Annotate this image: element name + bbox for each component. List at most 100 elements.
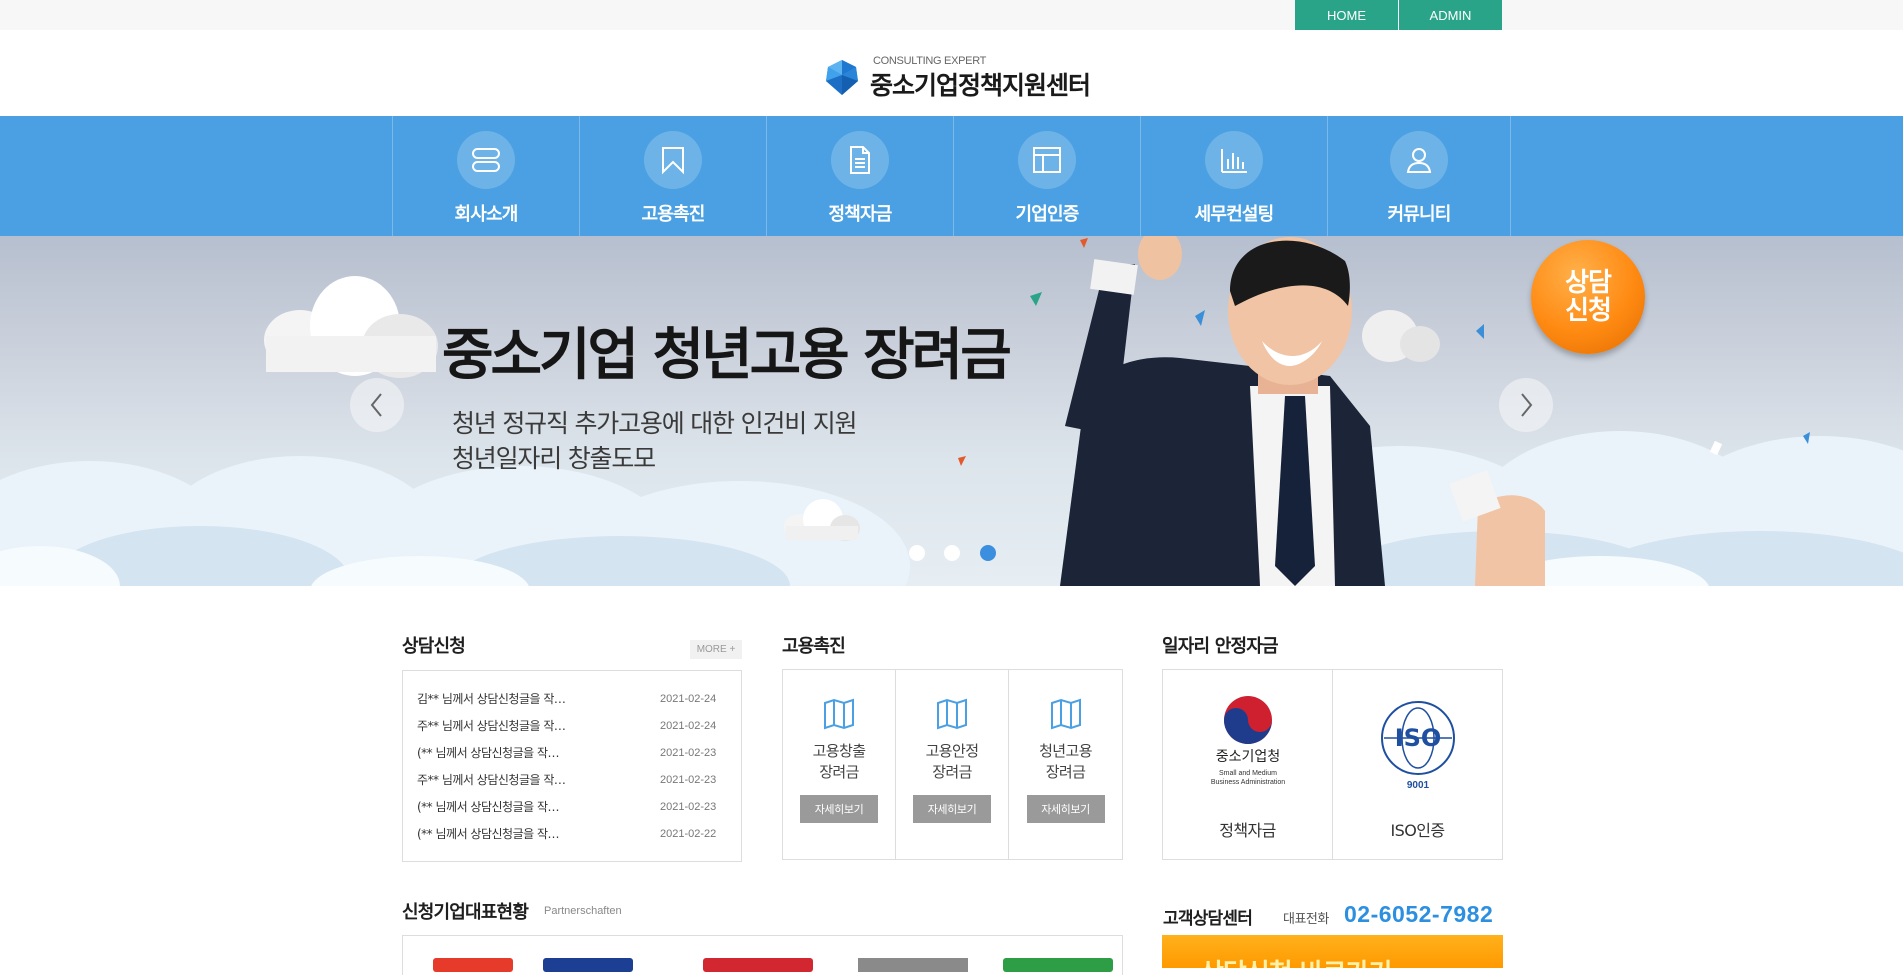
slider-dot-1[interactable] — [909, 545, 925, 561]
svg-text:9001: 9001 — [1406, 780, 1429, 791]
partner-logo[interactable] — [1003, 958, 1113, 972]
consult-shortcut-banner[interactable]: 상담신청 바로가기 — [1162, 935, 1503, 968]
slider-prev-button[interactable] — [350, 378, 404, 432]
nav-item-certification[interactable]: 기업인증 — [954, 116, 1141, 236]
job-fund-cards: 중소기업청 Small and Medium Business Administ… — [1162, 669, 1503, 860]
nav-item-community[interactable]: 커뮤니티 — [1328, 116, 1511, 236]
employment-card-name: 고용창출 장려금 — [812, 742, 866, 781]
partners-subtitle: Partnerschaften — [544, 905, 622, 917]
phone-number: 02-6052-7982 — [1344, 901, 1494, 927]
nav-label: 정책자금 — [828, 204, 892, 225]
consult-list: 김** 님께서 상담신청글을 작… 2021-02-24 주** 님께서 상담신… — [402, 670, 742, 862]
admin-link[interactable]: ADMIN — [1399, 0, 1502, 30]
chevron-right-icon — [1521, 393, 1533, 417]
list-item-date: 2021-02-24 — [660, 719, 717, 732]
list-item-date: 2021-02-23 — [660, 800, 717, 813]
nav-label: 고용촉진 — [641, 204, 705, 225]
employment-card: 고용창출 장려금 자세히보기 — [783, 670, 896, 859]
employment-card: 고용안정 장려금 자세히보기 — [896, 670, 1009, 859]
badge-line2: 신청 — [1565, 296, 1612, 326]
details-button[interactable]: 자세히보기 — [1026, 795, 1105, 823]
diamond-logo-icon — [826, 60, 858, 95]
badge-line1: 상담 — [1565, 268, 1612, 298]
svg-text:중소기업청: 중소기업청 — [1215, 749, 1279, 765]
list-item-text: 주** 님께서 상담신청글을 작… — [417, 773, 566, 787]
server-icon — [457, 131, 515, 189]
hero-slider: 중소기업 청년고용 장려금 청년 정규직 추가고용에 대한 인건비 지원 청년일… — [0, 236, 1903, 586]
nav-item-tax-consulting[interactable]: 세무컨설팅 — [1141, 116, 1328, 236]
list-item-date: 2021-02-22 — [660, 827, 717, 840]
top-utility-bar: HOME ADMIN — [0, 0, 1903, 30]
svg-text:Business Administration: Business Administration — [1210, 779, 1284, 786]
employment-section-title: 고용촉진 — [782, 636, 846, 657]
list-item-text: (** 님께서 상담신청글을 작… — [417, 827, 560, 841]
partner-logo[interactable] — [858, 958, 968, 972]
map-icon — [824, 698, 854, 730]
list-item[interactable]: (** 님께서 상담신청글을 작… 2021-02-23 — [417, 739, 741, 766]
slider-dot-2[interactable] — [944, 545, 960, 561]
employment-card-name: 고용안정 장려금 — [925, 742, 979, 781]
hero-subtitle-line2: 청년일자리 창출도모 — [452, 444, 656, 473]
partner-logo[interactable] — [543, 958, 633, 972]
consult-section-title: 상담신청 — [402, 636, 466, 657]
svg-text:ISO: ISO — [1394, 724, 1441, 752]
employment-card-name: 청년고용 장려금 — [1039, 742, 1092, 781]
list-item[interactable]: (** 님께서 상담신청글을 작… 2021-02-22 — [417, 820, 741, 847]
list-item[interactable]: 주** 님께서 상담신청글을 작… 2021-02-24 — [417, 712, 741, 739]
document-icon — [831, 131, 889, 189]
details-button[interactable]: 자세히보기 — [913, 795, 991, 823]
policy-fund-label: 정책자금 — [1219, 821, 1276, 840]
map-icon — [1050, 698, 1081, 730]
list-item-date: 2021-02-23 — [660, 773, 717, 786]
svg-text:Small and Medium: Small and Medium — [1219, 770, 1277, 777]
chevron-left-icon — [370, 393, 382, 417]
list-item[interactable]: (** 님께서 상담신청글을 작… 2021-02-23 — [417, 793, 741, 820]
bookmark-icon — [644, 131, 702, 189]
slider-next-button[interactable] — [1499, 378, 1553, 432]
partner-logo[interactable] — [433, 958, 513, 972]
iso-cert-card[interactable]: ISO 9001 ISO인증 — [1333, 670, 1502, 859]
home-link[interactable]: HOME — [1295, 0, 1398, 30]
employment-card: 청년고용 장려금 자세히보기 — [1009, 670, 1122, 859]
partners-section-title: 신청기업대표현황 — [402, 902, 529, 923]
hero-title: 중소기업 청년고용 장려금 — [442, 323, 1012, 388]
list-item-date: 2021-02-23 — [660, 746, 717, 759]
smba-logo: 중소기업청 Small and Medium Business Administ… — [1210, 696, 1285, 786]
list-item-text: 김** 님께서 상담신청글을 작… — [417, 692, 566, 706]
list-item-text: 주** 님께서 상담신청글을 작… — [417, 719, 566, 733]
iso-cert-label: ISO인증 — [1390, 821, 1446, 840]
site-logo[interactable]: CONSULTING EXPERT 중소기업정책지원센터 — [822, 52, 1091, 102]
map-icon — [937, 698, 967, 730]
nav-item-company[interactable]: 회사소개 — [393, 116, 580, 236]
policy-fund-card[interactable]: 중소기업청 Small and Medium Business Administ… — [1163, 670, 1333, 859]
logo-subtitle: CONSULTING EXPERT — [873, 55, 987, 67]
nav-label: 세무컨설팅 — [1194, 204, 1275, 225]
list-item-text: (** 님께서 상담신청글을 작… — [417, 800, 560, 814]
list-item-text: (** 님께서 상담신청글을 작… — [417, 746, 560, 760]
consult-more-button[interactable]: MORE + — [690, 640, 742, 659]
logo-title: 중소기업정책지원센터 — [870, 71, 1091, 100]
consult-request-badge[interactable]: 상담 신청 — [1531, 240, 1645, 354]
hero-subtitle-line1: 청년 정규직 추가고용에 대한 인건비 지원 — [452, 409, 858, 438]
partner-logo[interactable] — [703, 958, 813, 972]
main-nav: 회사소개 고용촉진 정책자금 기업인증 세무컨설팅 커뮤니티 — [0, 116, 1903, 236]
nav-label: 회사소개 — [454, 204, 518, 225]
slider-dot-3-active[interactable] — [980, 545, 996, 561]
banner-text: 상담신청 바로가기 — [1200, 953, 1392, 968]
nav-item-employment[interactable]: 고용촉진 — [580, 116, 767, 236]
list-item[interactable]: 주** 님께서 상담신청글을 작… 2021-02-23 — [417, 766, 741, 793]
nav-label: 커뮤니티 — [1387, 204, 1451, 225]
job-fund-section-title: 일자리 안정자금 — [1162, 636, 1279, 657]
bar-chart-icon — [1205, 131, 1263, 189]
details-button[interactable]: 자세히보기 — [800, 795, 878, 823]
rep-phone-label: 대표전화 — [1283, 912, 1329, 927]
user-icon — [1390, 131, 1448, 189]
iso-9001-logo: ISO 9001 — [1380, 701, 1455, 791]
employment-cards: 고용창출 장려금 자세히보기 고용안정 장려금 자세히보기 청년고용 장려금 자세히보… — [782, 669, 1123, 860]
customer-center-title: 고객상담센터 — [1163, 909, 1253, 929]
list-item-date: 2021-02-24 — [660, 692, 717, 705]
nav-label: 기업인증 — [1015, 204, 1079, 225]
list-item[interactable]: 김** 님께서 상담신청글을 작… 2021-02-24 — [417, 685, 741, 712]
table-icon — [1018, 131, 1076, 189]
nav-item-policy-fund[interactable]: 정책자금 — [767, 116, 954, 236]
